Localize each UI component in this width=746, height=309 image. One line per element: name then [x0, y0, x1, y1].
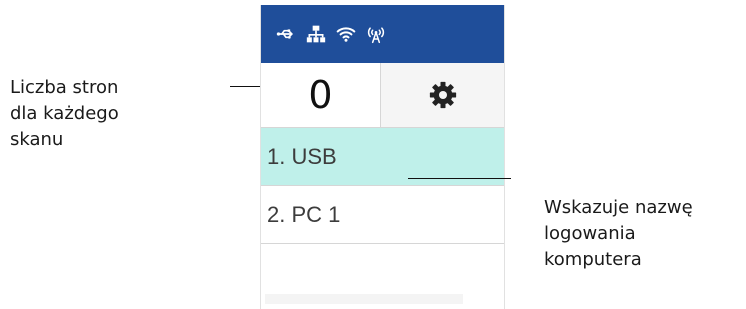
gear-icon: [429, 81, 456, 109]
device-screen: 0 1. USB 2. PC 1: [260, 5, 505, 309]
usb-icon: [276, 24, 296, 44]
annotation-line: komputera: [544, 249, 642, 270]
list-item-empty[interactable]: [261, 244, 504, 309]
page-count: 0: [261, 63, 381, 127]
top-row: 0: [261, 63, 504, 128]
annotation-line: Liczba stron: [10, 77, 119, 98]
annotation-line: skanu: [10, 129, 64, 150]
list-item-label: 1. USB: [267, 143, 337, 169]
wireless-direct-icon: [366, 24, 386, 44]
computer-name-leader-line: [408, 178, 511, 179]
annotation-line: dla każdego: [10, 103, 119, 124]
wifi-icon: [336, 24, 356, 44]
annotation-line: Wskazuje nazwę: [544, 197, 693, 218]
destination-list: 1. USB 2. PC 1: [261, 128, 504, 309]
status-bar: [261, 5, 504, 63]
computer-name-annotation: Wskazuje nazwę logowania komputera: [544, 195, 746, 273]
settings-button[interactable]: [381, 63, 504, 127]
network-icon: [306, 24, 326, 44]
list-item-pc1[interactable]: 2. PC 1: [261, 186, 504, 244]
list-item-label: 2. PC 1: [267, 201, 341, 227]
page-count-annotation: Liczba stron dla każdego skanu: [10, 75, 190, 153]
annotation-line: logowania: [544, 223, 636, 244]
scroll-hint-strip: [265, 294, 463, 304]
